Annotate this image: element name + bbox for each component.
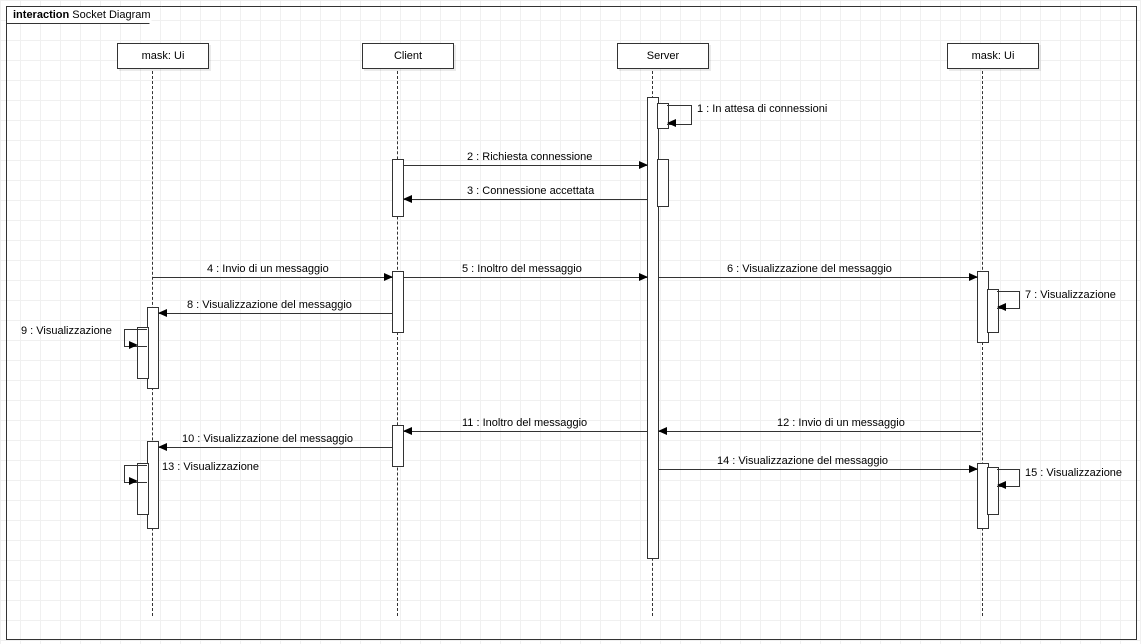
message-arrow xyxy=(403,199,647,200)
arrow-icon xyxy=(969,273,978,281)
message-arrow xyxy=(158,313,392,314)
message-label: 3 : Connessione accettata xyxy=(467,185,594,197)
arrow-icon xyxy=(158,443,167,451)
frame-label: interaction Socket Diagram xyxy=(6,6,162,24)
interaction-frame: interaction Socket Diagram mask: Ui Clie… xyxy=(6,6,1137,640)
lifeline-head-server: Server xyxy=(617,43,709,69)
arrow-icon xyxy=(997,303,1006,311)
message-label: 9 : Visualizzazione xyxy=(21,325,112,337)
message-label: 6 : Visualizzazione del messaggio xyxy=(727,263,892,275)
lifeline-head-ui2: mask: Ui xyxy=(947,43,1039,69)
message-arrow xyxy=(658,277,977,278)
message-arrow xyxy=(403,165,647,166)
arrow-icon xyxy=(129,477,138,485)
activation xyxy=(392,159,404,217)
arrow-icon xyxy=(667,119,676,127)
message-arrow xyxy=(403,431,647,432)
arrow-icon xyxy=(997,481,1006,489)
frame-title: Socket Diagram xyxy=(72,9,150,21)
message-label: 7 : Visualizzazione xyxy=(1025,289,1116,301)
diagram-canvas: interaction Socket Diagram mask: Ui Clie… xyxy=(0,0,1141,644)
message-arrow xyxy=(658,431,981,432)
arrow-icon xyxy=(158,309,167,317)
lifeline-dash xyxy=(397,71,398,616)
arrow-icon xyxy=(129,341,138,349)
lifeline-label: Server xyxy=(647,50,679,62)
arrow-icon xyxy=(384,273,393,281)
lifeline-label: mask: Ui xyxy=(972,50,1015,62)
message-label: 13 : Visualizzazione xyxy=(162,461,259,473)
message-arrow xyxy=(153,277,392,278)
message-label: 14 : Visualizzazione del messaggio xyxy=(717,455,888,467)
lifeline-dash xyxy=(982,71,983,616)
activation xyxy=(657,159,669,207)
arrow-icon xyxy=(658,427,667,435)
arrow-icon xyxy=(403,195,412,203)
activation xyxy=(392,271,404,333)
message-arrow xyxy=(403,277,647,278)
message-label: 4 : Invio di un messaggio xyxy=(207,263,329,275)
lifeline-label: Client xyxy=(394,50,422,62)
arrow-icon xyxy=(969,465,978,473)
message-arrow xyxy=(158,447,392,448)
message-label: 5 : Inoltro del messaggio xyxy=(462,263,582,275)
message-arrow xyxy=(658,469,977,470)
arrow-icon xyxy=(403,427,412,435)
message-label: 12 : Invio di un messaggio xyxy=(777,417,905,429)
message-label: 8 : Visualizzazione del messaggio xyxy=(187,299,352,311)
message-label: 15 : Visualizzazione xyxy=(1025,467,1122,479)
lifeline-head-ui1: mask: Ui xyxy=(117,43,209,69)
lifeline-head-client: Client xyxy=(362,43,454,69)
message-label: 1 : In attesa di connessioni xyxy=(697,103,827,115)
frame-kind: interaction xyxy=(13,9,69,21)
lifeline-label: mask: Ui xyxy=(142,50,185,62)
arrow-icon xyxy=(639,161,648,169)
message-label: 10 : Visualizzazione del messaggio xyxy=(182,433,353,445)
arrow-icon xyxy=(639,273,648,281)
message-label: 2 : Richiesta connessione xyxy=(467,151,592,163)
message-label: 11 : Inoltro del messaggio xyxy=(462,417,587,429)
